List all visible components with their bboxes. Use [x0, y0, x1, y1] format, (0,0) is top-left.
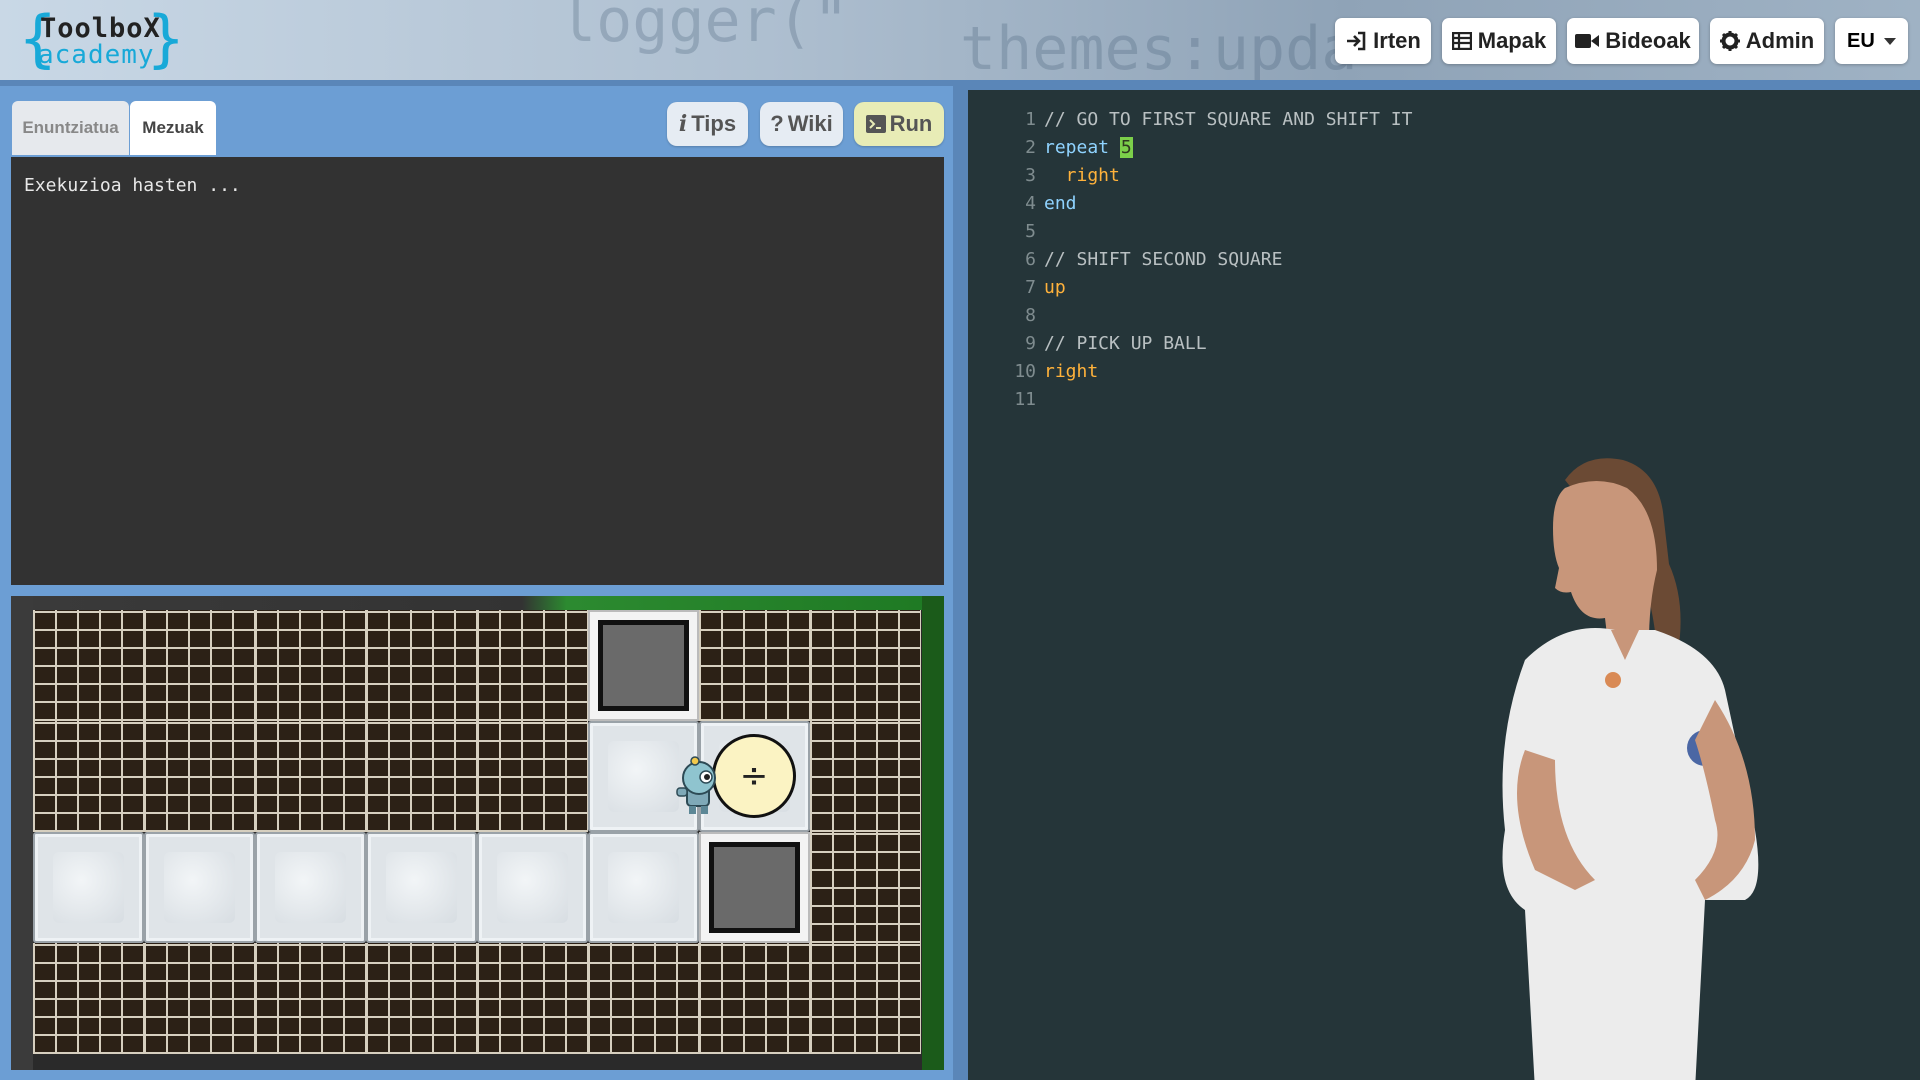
line-number: 1: [1025, 109, 1036, 130]
sign-in-icon: [1347, 31, 1366, 51]
terminal-icon: [865, 115, 886, 133]
wall-tile: [366, 943, 477, 1054]
code-token: up: [1044, 277, 1066, 298]
info-icon: i: [678, 111, 688, 137]
line-source: right: [1044, 162, 1120, 190]
run-button[interactable]: Run: [854, 102, 944, 146]
line-source: right: [1044, 358, 1098, 386]
chevron-down-icon: [1884, 38, 1896, 45]
line-source: // PICK UP BALL: [1044, 330, 1207, 358]
list-icon: [1451, 32, 1472, 50]
code-token: // GO TO FIRST SQUARE AND SHIFT IT: [1044, 109, 1413, 130]
wall-tile: [366, 610, 477, 721]
wall-tile: [144, 721, 255, 832]
wall-tile: [477, 943, 588, 1054]
wall-tile: [255, 943, 366, 1054]
pushable-square: [588, 610, 699, 721]
line-number: 6: [1025, 249, 1036, 270]
floor-tile: [477, 832, 588, 943]
background-code-text: themes:upda: [960, 14, 1358, 80]
line-source: end: [1044, 190, 1077, 218]
line-number: 9: [1025, 333, 1036, 354]
wall-tile: [588, 943, 699, 1054]
exit-button[interactable]: Irten: [1335, 18, 1431, 64]
top-bar: logger(" themes:upda { ToolboX academy }…: [0, 0, 1920, 80]
game-board: ÷: [11, 596, 944, 1070]
robot-icon: [676, 756, 716, 814]
videos-label: Bideoak: [1605, 28, 1691, 53]
admin-button[interactable]: Admin: [1710, 18, 1824, 64]
video-camera-icon: [1575, 34, 1600, 48]
videos-button[interactable]: Bideoak: [1567, 18, 1699, 64]
wall-tile: [144, 943, 255, 1054]
code-token: 5: [1119, 137, 1133, 158]
wall-tile: [366, 721, 477, 832]
exit-label: Irten: [1373, 28, 1421, 53]
wall-tile: [699, 610, 810, 721]
background-code-decoration: logger(": [560, 0, 849, 56]
floor-tile: [144, 832, 255, 943]
line-number: 7: [1025, 277, 1036, 298]
console-text: Exekuzioa hasten ...: [24, 175, 241, 196]
wall-tile: [810, 943, 921, 1054]
admin-label: Admin: [1745, 28, 1815, 53]
code-token: end: [1044, 193, 1077, 214]
code-token: // SHIFT SECOND SQUARE: [1044, 249, 1283, 270]
question-icon: ?: [770, 111, 784, 136]
wall-tile: [255, 721, 366, 832]
presenter-video: [1502, 458, 1759, 1080]
wall-tile: [255, 610, 366, 721]
line-number: 10: [1014, 361, 1036, 382]
wall-tile: [810, 721, 921, 832]
floor-tile: [33, 832, 144, 943]
run-label: Run: [889, 111, 933, 136]
tips-label: Tips: [691, 111, 737, 136]
tab-statement[interactable]: Enuntziatua: [12, 101, 129, 155]
maps-button[interactable]: Mapak: [1442, 18, 1556, 64]
maps-label: Mapak: [1477, 28, 1547, 53]
wall-tile: [33, 610, 144, 721]
wall-tile: [477, 721, 588, 832]
floor-tile: [255, 832, 366, 943]
line-number: 5: [1025, 221, 1036, 242]
floor-tile: [366, 832, 477, 943]
code-token: right: [1044, 361, 1099, 382]
language-select[interactable]: EU: [1835, 18, 1908, 64]
code-token: right: [1044, 165, 1120, 186]
wall-tile: [810, 832, 921, 943]
tips-button[interactable]: i Tips: [667, 102, 748, 146]
gear-icon: [1719, 31, 1740, 51]
wall-tile: [699, 943, 810, 1054]
line-source: repeat 5: [1044, 134, 1133, 162]
language-value: EU: [1847, 29, 1875, 52]
line-number: 8: [1025, 305, 1036, 326]
code-token: repeat: [1044, 137, 1120, 158]
wall-tile: [810, 610, 921, 721]
wiki-button[interactable]: ? Wiki: [760, 102, 843, 146]
line-number: 2: [1025, 137, 1036, 158]
logo-line2: academy: [38, 40, 155, 70]
board-grid: ÷: [33, 610, 922, 1058]
wall-tile: [33, 721, 144, 832]
floor-tile: [588, 832, 699, 943]
wiki-label: Wiki: [787, 111, 833, 136]
line-number: 4: [1025, 193, 1036, 214]
line-source: // GO TO FIRST SQUARE AND SHIFT IT: [1044, 106, 1412, 134]
line-number: 3: [1025, 165, 1036, 186]
line-number: 11: [1014, 389, 1036, 410]
tab-messages[interactable]: Mezuak: [130, 101, 216, 155]
code-token: // PICK UP BALL: [1044, 333, 1207, 354]
line-source: up: [1044, 274, 1066, 302]
wall-tile: [144, 610, 255, 721]
line-source: // SHIFT SECOND SQUARE: [1044, 246, 1282, 274]
console-output: Exekuzioa hasten ...: [11, 157, 944, 585]
pushable-square: [699, 832, 810, 943]
wall-tile: [33, 943, 144, 1054]
toolbox-academy-logo[interactable]: { ToolboX academy }: [18, 4, 185, 74]
wall-tile: [477, 610, 588, 721]
